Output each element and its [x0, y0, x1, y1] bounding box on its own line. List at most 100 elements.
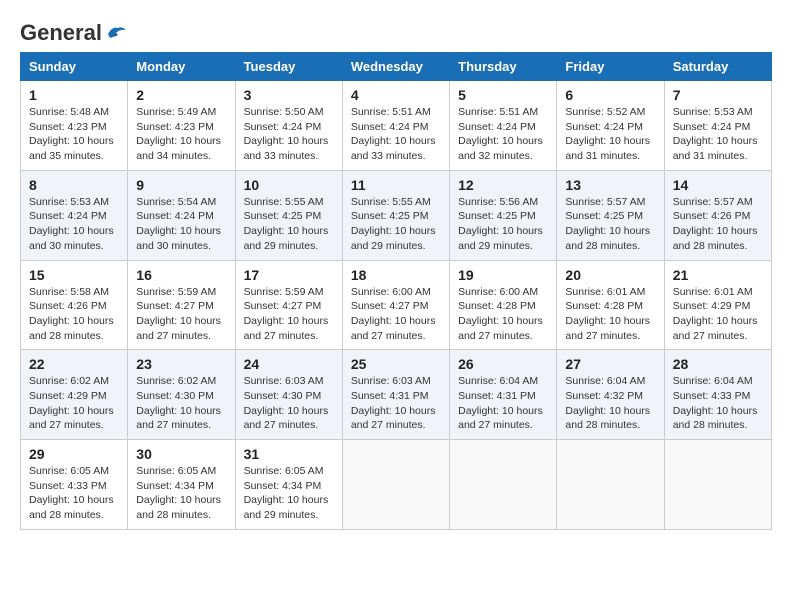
day-number: 4 — [351, 87, 441, 103]
calendar-week-4: 22 Sunrise: 6:02 AM Sunset: 4:29 PM Dayli… — [21, 350, 772, 440]
calendar-cell: 8Sunrise: 5:53 AM Sunset: 4:24 PM Daylig… — [21, 170, 128, 260]
day-info: Sunrise: 5:51 AM Sunset: 4:24 PM Dayligh… — [458, 105, 548, 164]
day-number: 18 — [351, 267, 441, 283]
day-info: Sunrise: 5:48 AM Sunset: 4:23 PM Dayligh… — [29, 105, 119, 164]
calendar-cell: 3 Sunrise: 5:50 AM Sunset: 4:24 PM Daylig… — [235, 81, 342, 171]
day-number: 2 — [136, 87, 226, 103]
day-info: Sunrise: 5:56 AM Sunset: 4:25 PM Dayligh… — [458, 195, 548, 254]
calendar-cell: 4 Sunrise: 5:51 AM Sunset: 4:24 PM Daylig… — [342, 81, 449, 171]
day-info: Sunrise: 6:02 AM Sunset: 4:30 PM Dayligh… — [136, 374, 226, 433]
calendar-cell: 22 Sunrise: 6:02 AM Sunset: 4:29 PM Dayli… — [21, 350, 128, 440]
day-number: 24 — [244, 356, 334, 372]
day-number: 14 — [673, 177, 763, 193]
calendar-cell: 28 Sunrise: 6:04 AM Sunset: 4:33 PM Dayli… — [664, 350, 771, 440]
day-info: Sunrise: 6:04 AM Sunset: 4:33 PM Dayligh… — [673, 374, 763, 433]
calendar-cell: 15 Sunrise: 5:58 AM Sunset: 4:26 PM Dayli… — [21, 260, 128, 350]
day-info: Sunrise: 6:05 AM Sunset: 4:34 PM Dayligh… — [244, 464, 334, 523]
calendar-cell: 29Sunrise: 6:05 AM Sunset: 4:33 PM Dayli… — [21, 440, 128, 530]
calendar-week-3: 15 Sunrise: 5:58 AM Sunset: 4:26 PM Dayli… — [21, 260, 772, 350]
header: General — [20, 20, 772, 42]
calendar-cell: 14 Sunrise: 5:57 AM Sunset: 4:26 PM Dayli… — [664, 170, 771, 260]
day-number: 20 — [565, 267, 655, 283]
day-info: Sunrise: 6:04 AM Sunset: 4:32 PM Dayligh… — [565, 374, 655, 433]
calendar-cell: 9 Sunrise: 5:54 AM Sunset: 4:24 PM Daylig… — [128, 170, 235, 260]
logo-bird-icon — [106, 24, 128, 42]
day-number: 28 — [673, 356, 763, 372]
calendar-cell — [450, 440, 557, 530]
day-info: Sunrise: 5:51 AM Sunset: 4:24 PM Dayligh… — [351, 105, 441, 164]
day-number: 3 — [244, 87, 334, 103]
calendar-week-5: 29Sunrise: 6:05 AM Sunset: 4:33 PM Dayli… — [21, 440, 772, 530]
calendar-cell: 7Sunrise: 5:53 AM Sunset: 4:24 PM Daylig… — [664, 81, 771, 171]
day-info: Sunrise: 6:04 AM Sunset: 4:31 PM Dayligh… — [458, 374, 548, 433]
weekday-header-wednesday: Wednesday — [342, 53, 449, 81]
calendar-cell: 27 Sunrise: 6:04 AM Sunset: 4:32 PM Dayli… — [557, 350, 664, 440]
day-info: Sunrise: 5:55 AM Sunset: 4:25 PM Dayligh… — [351, 195, 441, 254]
day-info: Sunrise: 5:52 AM Sunset: 4:24 PM Dayligh… — [565, 105, 655, 164]
day-number: 19 — [458, 267, 548, 283]
calendar-cell: 12Sunrise: 5:56 AM Sunset: 4:25 PM Dayli… — [450, 170, 557, 260]
calendar-cell: 18 Sunrise: 6:00 AM Sunset: 4:27 PM Dayli… — [342, 260, 449, 350]
calendar-cell: 20 Sunrise: 6:01 AM Sunset: 4:28 PM Dayli… — [557, 260, 664, 350]
day-number: 5 — [458, 87, 548, 103]
calendar-week-1: 1 Sunrise: 5:48 AM Sunset: 4:23 PM Daylig… — [21, 81, 772, 171]
weekday-header-tuesday: Tuesday — [235, 53, 342, 81]
day-number: 9 — [136, 177, 226, 193]
day-number: 1 — [29, 87, 119, 103]
day-number: 11 — [351, 177, 441, 193]
logo-general: General — [20, 20, 102, 46]
day-info: Sunrise: 5:58 AM Sunset: 4:26 PM Dayligh… — [29, 285, 119, 344]
day-info: Sunrise: 6:05 AM Sunset: 4:34 PM Dayligh… — [136, 464, 226, 523]
day-number: 17 — [244, 267, 334, 283]
calendar-table: SundayMondayTuesdayWednesdayThursdayFrid… — [20, 52, 772, 530]
day-info: Sunrise: 6:02 AM Sunset: 4:29 PM Dayligh… — [29, 374, 119, 433]
day-info: Sunrise: 6:03 AM Sunset: 4:30 PM Dayligh… — [244, 374, 334, 433]
calendar-cell — [557, 440, 664, 530]
day-info: Sunrise: 5:57 AM Sunset: 4:26 PM Dayligh… — [673, 195, 763, 254]
calendar-cell: 24 Sunrise: 6:03 AM Sunset: 4:30 PM Dayli… — [235, 350, 342, 440]
day-info: Sunrise: 5:55 AM Sunset: 4:25 PM Dayligh… — [244, 195, 334, 254]
day-info: Sunrise: 6:00 AM Sunset: 4:28 PM Dayligh… — [458, 285, 548, 344]
day-number: 25 — [351, 356, 441, 372]
day-number: 15 — [29, 267, 119, 283]
calendar-cell: 6Sunrise: 5:52 AM Sunset: 4:24 PM Daylig… — [557, 81, 664, 171]
calendar-cell: 23 Sunrise: 6:02 AM Sunset: 4:30 PM Dayli… — [128, 350, 235, 440]
day-number: 30 — [136, 446, 226, 462]
calendar-cell: 1 Sunrise: 5:48 AM Sunset: 4:23 PM Daylig… — [21, 81, 128, 171]
day-number: 29 — [29, 446, 119, 462]
day-info: Sunrise: 6:01 AM Sunset: 4:29 PM Dayligh… — [673, 285, 763, 344]
weekday-header-friday: Friday — [557, 53, 664, 81]
calendar-header-row: SundayMondayTuesdayWednesdayThursdayFrid… — [21, 53, 772, 81]
day-number: 13 — [565, 177, 655, 193]
day-number: 8 — [29, 177, 119, 193]
calendar-cell: 26 Sunrise: 6:04 AM Sunset: 4:31 PM Dayli… — [450, 350, 557, 440]
day-info: Sunrise: 6:00 AM Sunset: 4:27 PM Dayligh… — [351, 285, 441, 344]
day-number: 27 — [565, 356, 655, 372]
calendar-cell: 30 Sunrise: 6:05 AM Sunset: 4:34 PM Dayli… — [128, 440, 235, 530]
calendar-cell: 11 Sunrise: 5:55 AM Sunset: 4:25 PM Dayli… — [342, 170, 449, 260]
calendar-cell: 16 Sunrise: 5:59 AM Sunset: 4:27 PM Dayli… — [128, 260, 235, 350]
day-number: 31 — [244, 446, 334, 462]
day-number: 21 — [673, 267, 763, 283]
day-number: 16 — [136, 267, 226, 283]
calendar-cell — [664, 440, 771, 530]
day-info: Sunrise: 5:50 AM Sunset: 4:24 PM Dayligh… — [244, 105, 334, 164]
weekday-header-thursday: Thursday — [450, 53, 557, 81]
day-info: Sunrise: 5:59 AM Sunset: 4:27 PM Dayligh… — [136, 285, 226, 344]
calendar-cell: 17Sunrise: 5:59 AM Sunset: 4:27 PM Dayli… — [235, 260, 342, 350]
calendar-cell: 10 Sunrise: 5:55 AM Sunset: 4:25 PM Dayli… — [235, 170, 342, 260]
day-info: Sunrise: 5:57 AM Sunset: 4:25 PM Dayligh… — [565, 195, 655, 254]
calendar-cell: 25Sunrise: 6:03 AM Sunset: 4:31 PM Dayli… — [342, 350, 449, 440]
weekday-header-monday: Monday — [128, 53, 235, 81]
day-info: Sunrise: 5:53 AM Sunset: 4:24 PM Dayligh… — [673, 105, 763, 164]
day-number: 23 — [136, 356, 226, 372]
day-number: 10 — [244, 177, 334, 193]
calendar-week-2: 8Sunrise: 5:53 AM Sunset: 4:24 PM Daylig… — [21, 170, 772, 260]
calendar-cell: 5 Sunrise: 5:51 AM Sunset: 4:24 PM Daylig… — [450, 81, 557, 171]
day-number: 26 — [458, 356, 548, 372]
day-info: Sunrise: 6:01 AM Sunset: 4:28 PM Dayligh… — [565, 285, 655, 344]
day-info: Sunrise: 5:54 AM Sunset: 4:24 PM Dayligh… — [136, 195, 226, 254]
day-number: 22 — [29, 356, 119, 372]
calendar-cell: 31 Sunrise: 6:05 AM Sunset: 4:34 PM Dayli… — [235, 440, 342, 530]
calendar-cell: 2Sunrise: 5:49 AM Sunset: 4:23 PM Daylig… — [128, 81, 235, 171]
